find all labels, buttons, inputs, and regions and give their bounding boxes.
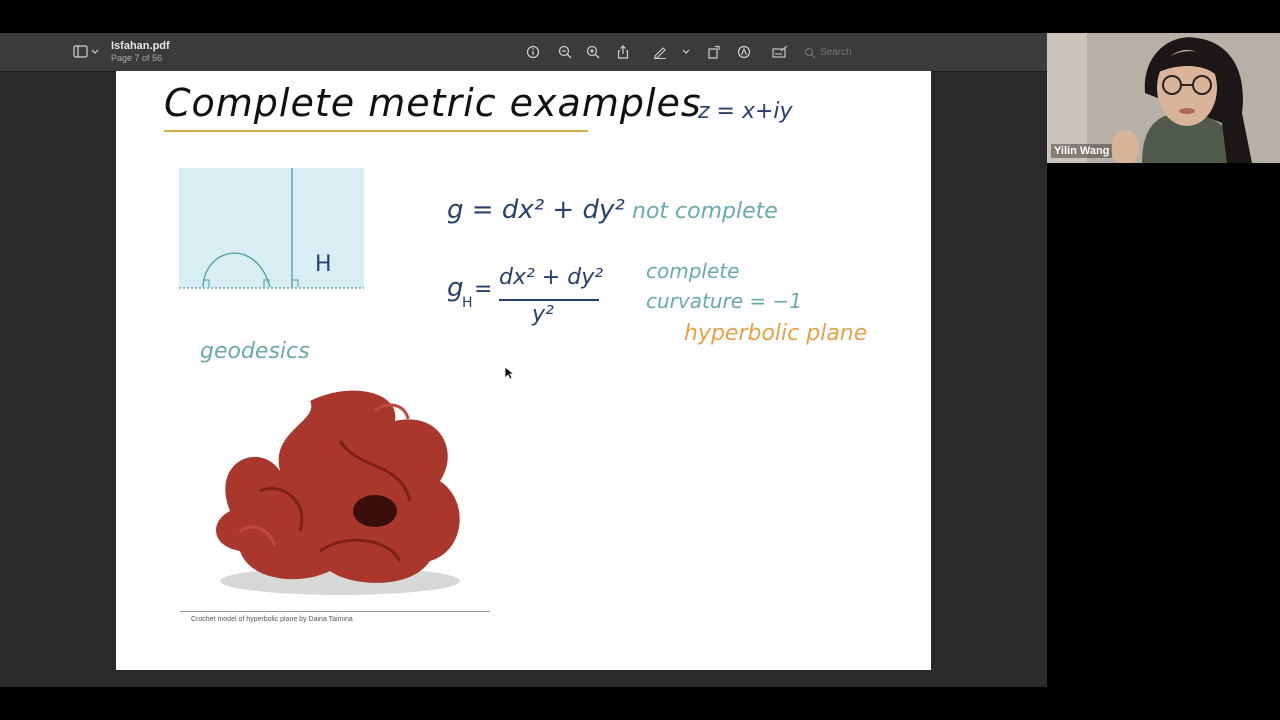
share-icon [617,45,629,59]
half-plane-label: H [315,252,332,277]
zoom-in-icon [586,45,600,59]
toolbar: Isfahan.pdf Page 7 of 56 Search [0,33,1047,72]
search-placeholder: Search [820,47,852,58]
markup-dropdown-button[interactable] [676,42,696,62]
zoom-in-button[interactable] [583,42,603,62]
hyperbolic-metric-denominator: y² [532,302,554,327]
pen-icon [654,47,666,59]
hyperbolic-metric-subscript: H [462,295,473,311]
pdf-viewer-window: Isfahan.pdf Page 7 of 56 Search Complete… [0,33,1047,687]
sidebar-toggle-button[interactable] [72,42,100,62]
hyperbolic-metric-equals: = [474,277,493,302]
zoom-out-button[interactable] [555,42,575,62]
info-button[interactable] [523,42,543,62]
caption-rule [180,611,490,612]
hyperbolic-plane-note: hyperbolic plane [684,321,868,346]
chevron-down-icon [682,49,690,54]
search-icon [804,47,816,58]
page-indicator: Page 7 of 56 [111,53,163,63]
search-input[interactable]: Search [804,44,1036,61]
participant-video-tile[interactable]: Yilin Wang [1047,33,1280,163]
zoom-out-icon [558,45,572,59]
mouse-cursor-icon [504,366,514,380]
highlight-button[interactable] [734,42,754,62]
participant-name: Yilin Wang [1051,144,1113,158]
fraction-bar [499,299,599,301]
form-fill-button[interactable] [770,42,790,62]
crochet-model-photo [216,390,460,595]
photo-caption: Crochet model of hyperbolic plane by Dai… [191,616,353,623]
slide-title: Complete metric examples [164,81,702,125]
document-title: Isfahan.pdf [111,40,170,52]
markup-circle-icon [737,45,751,59]
euclidean-metric: g = dx² + dy² [447,195,625,225]
info-icon [526,45,540,59]
half-plane-diagram [179,168,364,289]
z-definition: z = x+iy [698,99,793,124]
geodesics-label: geodesics [200,339,310,364]
markup-pen-button[interactable] [650,42,670,62]
sidebar-icon [73,45,99,58]
curvature-note: curvature = −1 [646,289,802,313]
form-icon [772,45,788,58]
share-button[interactable] [613,42,633,62]
not-complete-note: not complete [632,199,778,224]
rotate-button[interactable] [704,42,724,62]
title-underline [164,130,588,132]
rotate-icon [708,45,720,59]
pdf-page: Complete metric examples z = x+iy H geod… [116,71,931,670]
hyperbolic-metric-numerator: dx² + dy² [499,265,604,290]
complete-note: complete [646,259,740,283]
